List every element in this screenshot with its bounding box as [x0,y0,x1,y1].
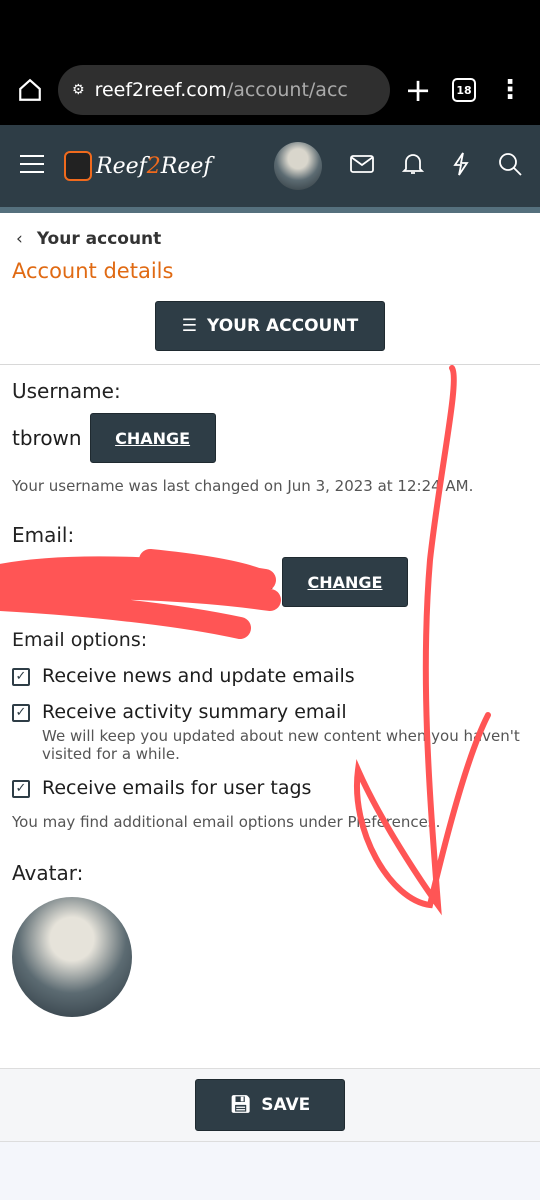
new-tab-icon[interactable]: + [400,71,436,109]
option-label: Receive activity summary email [42,701,347,723]
status-bar [0,0,540,55]
url-path: /account/acc [226,79,348,101]
save-icon: 💾︎ [229,1095,252,1115]
username-label: Username: [12,379,121,403]
site-logo[interactable]: Reef2Reef [64,151,212,181]
email-value: om [242,570,274,594]
avatar-label: Avatar: [12,861,84,885]
email-label: Email: [12,523,75,547]
breadcrumb-label: Your account [36,229,162,249]
hamburger-menu-icon[interactable] [18,153,46,179]
preferences-link[interactable]: Preferences [347,813,435,831]
chevron-left-icon: ‹ [16,229,23,249]
option-news[interactable]: ✓ Receive news and update emails [12,665,528,687]
form-footer: 💾︎ SAVE [0,1068,540,1142]
your-account-label: YOUR ACCOUNT [207,316,359,336]
option-label: Receive news and update emails [42,665,355,687]
note-suffix: . [435,813,441,831]
user-avatar[interactable] [274,142,322,190]
page-title: Account details [12,259,174,283]
change-username-button[interactable]: CHANGE [89,413,216,463]
search-icon[interactable] [498,152,522,180]
username-note: Your username was last changed on Jun 3,… [12,477,474,495]
divider [0,364,540,365]
option-label: Receive emails for user tags [42,777,312,799]
tab-count: 18 [452,78,476,102]
option-user-tags[interactable]: ✓ Receive emails for user tags [12,777,528,799]
more-menu-icon[interactable]: ⋮ [492,72,528,108]
save-button[interactable]: 💾︎ SAVE [195,1079,345,1131]
avatar-image[interactable] [12,897,132,1017]
your-account-button[interactable]: ☰ YOUR ACCOUNT [155,301,385,351]
bottom-area [0,1142,540,1200]
bell-icon[interactable] [401,152,425,180]
checkbox-checked-icon[interactable]: ✓ [12,668,30,686]
username-value: tbrown [12,426,82,450]
option-hint: We will keep you updated about new conte… [42,727,520,763]
checkbox-checked-icon[interactable]: ✓ [12,704,30,722]
url-host: reef2reef.com [94,79,227,101]
change-email-button[interactable]: CHANGE [282,557,408,607]
address-bar[interactable]: ⚙ reef2reef.com/account/acc [58,65,390,115]
browser-toolbar: ⚙ reef2reef.com/account/acc + 18 ⋮ [0,55,540,125]
mail-icon[interactable] [350,155,374,177]
save-label: SAVE [261,1095,311,1115]
home-icon[interactable] [12,72,48,108]
lightning-icon[interactable] [452,152,470,180]
option-activity-summary[interactable]: ✓ Receive activity summary email We will k… [12,701,528,763]
email-options-note: You may find additional email options un… [12,813,528,831]
site-settings-icon[interactable]: ⚙ [72,82,85,98]
checkbox-checked-icon[interactable]: ✓ [12,780,30,798]
note-prefix: You may find additional email options un… [12,813,348,831]
header-stripe [0,207,540,213]
site-header: Reef2Reef [0,125,540,207]
email-options-label: Email options: [12,629,148,651]
breadcrumb[interactable]: ‹ Your account [12,229,528,249]
menu-icon: ☰ [181,316,198,336]
tab-switcher-button[interactable]: 18 [446,72,482,108]
